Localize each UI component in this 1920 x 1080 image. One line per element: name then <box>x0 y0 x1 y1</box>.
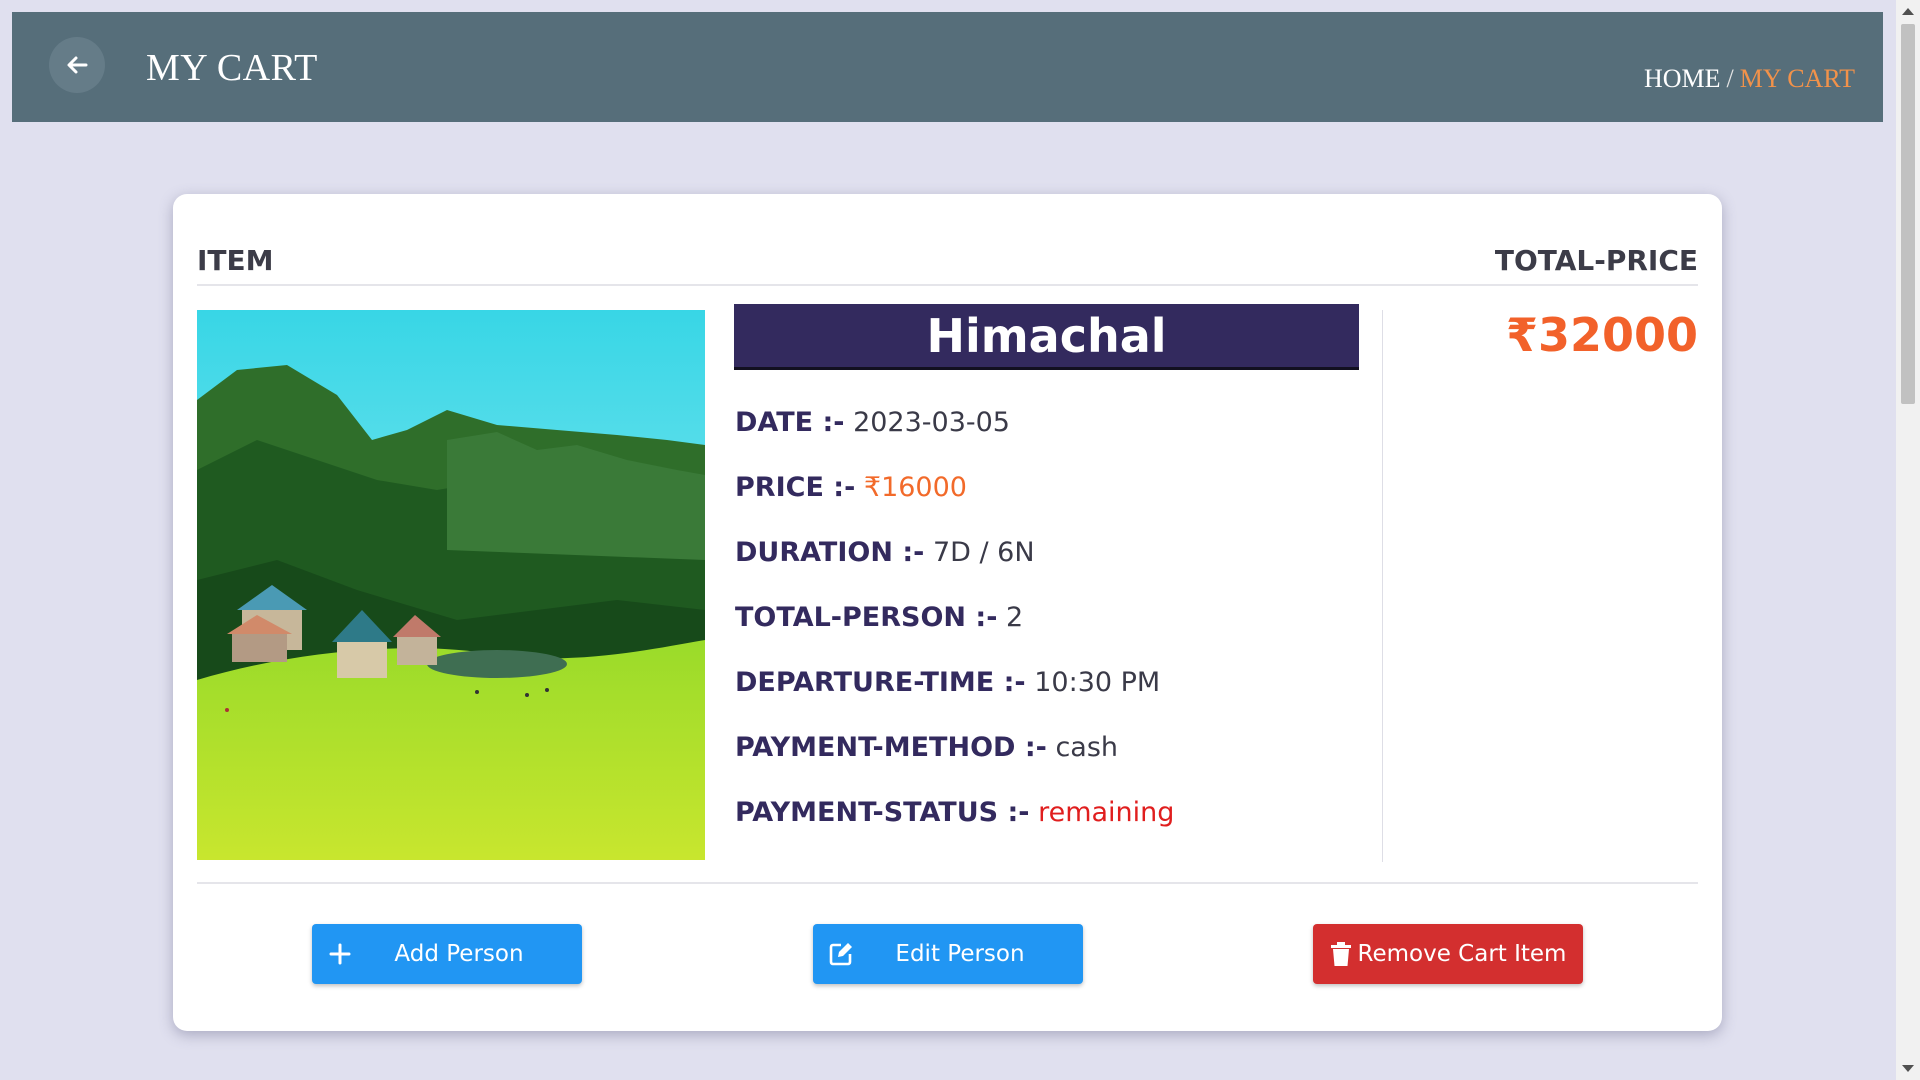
plus-icon <box>329 943 351 965</box>
breadcrumb-home-link[interactable]: HOME <box>1644 64 1721 93</box>
detail-label: PRICE :- <box>735 472 856 503</box>
total-price-value: ₹32000 <box>1505 308 1698 362</box>
detail-value: cash <box>1055 732 1119 763</box>
total-price-column-header: TOTAL-PRICE <box>1494 244 1698 277</box>
breadcrumb-separator: / <box>1726 64 1734 93</box>
detail-value: 2 <box>1006 602 1024 633</box>
scrollbar-thumb[interactable] <box>1901 24 1915 404</box>
detail-value: 2023-03-05 <box>853 407 1010 438</box>
page: MY CART HOME/MY CART ITEM TOTAL-PRICE <box>0 0 1920 1080</box>
breadcrumb: HOME / MY CART <box>1644 64 1855 94</box>
divider <box>197 882 1698 884</box>
breadcrumb-current: MY CART <box>1739 64 1855 93</box>
divider <box>197 284 1698 286</box>
item-column-header: ITEM <box>197 244 274 277</box>
trash-icon <box>1331 942 1351 966</box>
edit-person-button[interactable]: Edit Person <box>813 924 1083 984</box>
destination-title: Himachal <box>734 304 1359 370</box>
cart-card: ITEM TOTAL-PRICE Himachal DATE:- 2023-0… <box>173 194 1722 1031</box>
detail-departure-time: DEPARTURE-TIME :- 10:30 PM <box>735 667 1160 698</box>
detail-price: PRICE :- ₹16000 <box>735 472 967 503</box>
vertical-scrollbar[interactable] <box>1896 0 1920 1080</box>
page-title: MY CART <box>146 47 318 89</box>
back-button[interactable] <box>49 37 105 93</box>
detail-value: 7D / 6N <box>932 537 1035 568</box>
detail-label: DEPARTURE-TIME :- <box>735 667 1026 698</box>
page-header: MY CART HOME / MY CART <box>12 12 1883 122</box>
scroll-up-arrow-icon[interactable] <box>1902 8 1914 15</box>
detail-date: DATE :- 2023-03-05 <box>735 407 1010 438</box>
detail-label: DATE :- <box>735 407 845 438</box>
detail-label: PAYMENT-STATUS :- <box>735 797 1030 828</box>
detail-total-person: TOTAL-PERSON :- 2 <box>735 602 1023 633</box>
column-divider <box>1382 310 1383 862</box>
detail-payment-status: PAYMENT-STATUS :- remaining <box>735 797 1174 828</box>
detail-value: remaining <box>1038 797 1175 828</box>
destination-image <box>197 310 705 860</box>
detail-label: DURATION :- <box>735 537 925 568</box>
remove-cart-item-button[interactable]: Remove Cart Item <box>1313 924 1583 984</box>
detail-label: TOTAL-PERSON :- <box>735 602 998 633</box>
detail-payment-method: PAYMENT-METHOD :- cash <box>735 732 1118 763</box>
add-person-button[interactable]: Add Person <box>312 924 582 984</box>
edit-icon <box>829 943 852 966</box>
detail-value: 10:30 PM <box>1034 667 1161 698</box>
detail-value: ₹16000 <box>863 472 967 503</box>
detail-duration: DURATION :- 7D / 6N <box>735 537 1035 568</box>
arrow-left-icon <box>67 56 88 74</box>
scroll-down-arrow-icon[interactable] <box>1902 1065 1914 1072</box>
detail-label: PAYMENT-METHOD :- <box>735 732 1047 763</box>
